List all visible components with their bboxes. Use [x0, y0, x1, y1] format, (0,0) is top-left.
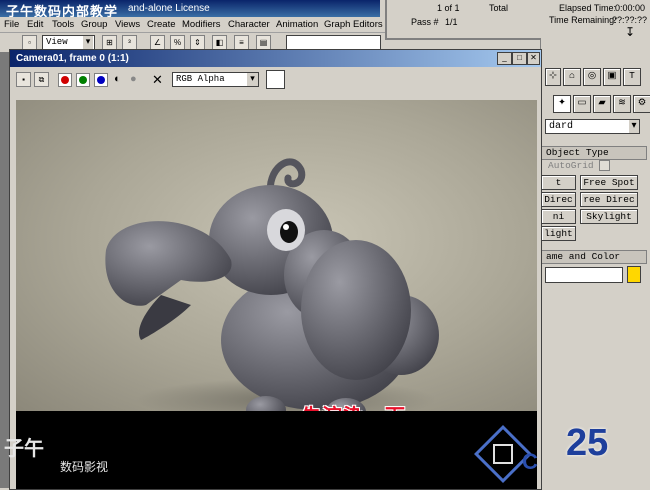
menu-create[interactable]: Create [147, 19, 176, 30]
blue-channel-toggle[interactable] [94, 73, 108, 87]
systems-category-icon[interactable]: ⚙ [633, 95, 650, 113]
color-swatch[interactable] [266, 70, 285, 89]
maximize-icon[interactable]: □ [512, 52, 527, 65]
menu-modifiers[interactable]: Modifiers [182, 19, 221, 30]
render-window-title-bar: Camera01, frame 0 (1:1) _ □ ✕ [10, 50, 541, 67]
blue-channel-icon [97, 76, 105, 84]
elapsed-label: Elapsed Time: [559, 3, 617, 13]
name-color-header: ame and Color [546, 251, 621, 262]
chevron-down-icon: ▾ [83, 36, 93, 49]
free-direct-button[interactable]: ree Direc [580, 192, 638, 207]
snap-icon[interactable]: ⊞ [102, 35, 117, 50]
elapsed-value: 0:00:00 [615, 3, 646, 13]
menu-file[interactable]: File [4, 19, 19, 30]
subtitle-text: 先渲染一下 [301, 400, 406, 411]
close-icon[interactable]: ✕ [527, 52, 540, 65]
cameras-category-icon[interactable]: ▭ [573, 95, 591, 113]
watermark-page-number: 25 [566, 422, 609, 464]
remaining-label: Time Remaining: [549, 15, 617, 25]
channel-dropdown[interactable]: RGB Alpha ▾ [172, 72, 259, 87]
snap3-icon[interactable]: ³ [122, 35, 137, 50]
viewport-edge [0, 52, 9, 488]
view-dropdown[interactable]: View ▾ [42, 35, 95, 50]
object-type-header: Object Type [546, 147, 609, 158]
object-type-rollout[interactable]: Object Type [541, 146, 647, 160]
frame-count: 1 of 1 [437, 3, 460, 13]
remaining-value: ??:??:?? [612, 15, 648, 25]
view-dropdown-value: View [46, 37, 68, 47]
free-spot-button[interactable]: Free Spot [580, 175, 638, 190]
display-tab-icon[interactable]: ▣ [603, 68, 621, 86]
rendered-image: 先渲染一下 [16, 100, 537, 411]
align-icon[interactable]: ≡ [234, 35, 249, 50]
target-spot-button[interactable]: t Spot [541, 175, 576, 201]
select-icon[interactable]: ▫ [22, 35, 37, 50]
channel-dropdown-value: RGB Alpha [176, 74, 225, 84]
rendered-character [105, 158, 439, 411]
autogrid-label: AutoGrid [548, 160, 594, 171]
category-dropdown-value: dard [549, 121, 574, 132]
create-tab-icon[interactable]: ⊹ [545, 68, 561, 86]
app-title-bar: 子午数码内部教学 and-alone License [0, 0, 380, 19]
alpha-channel-icon[interactable]: ◐ [114, 73, 121, 85]
menu-tools[interactable]: Tools [52, 19, 74, 30]
command-panel: ⊹ ⌂ ◎ ▣ T ✦ ▭ ▰ ≋ ⚙ dard ▾ Object Type A… [540, 38, 650, 488]
object-color-swatch[interactable] [627, 266, 641, 283]
omni-button[interactable]: ni [541, 209, 576, 224]
percent-snap-icon[interactable]: % [170, 35, 185, 50]
monochrome-icon[interactable]: ● [130, 73, 137, 85]
lights-category-icon[interactable]: ✦ [553, 95, 571, 113]
arrow-down-icon: ↧ [625, 25, 636, 39]
clone-icon[interactable]: ⧉ [34, 72, 49, 87]
pass-label: Pass # [411, 17, 439, 27]
name-color-rollout[interactable]: ame and Color [541, 250, 647, 264]
pass-value: 1/1 [445, 17, 458, 27]
hierarchy-tab-icon[interactable]: ⌂ [563, 68, 581, 86]
menu-graph-editors[interactable]: Graph Editors [324, 19, 383, 30]
category-dropdown[interactable]: dard ▾ [545, 119, 640, 134]
render-window-toolbar: ▪ ⧉ ◐ ● ✕ RGB Alpha ▾ [10, 68, 541, 90]
spacewarps-category-icon[interactable]: ≋ [613, 95, 631, 113]
skylight-button[interactable]: Skylight [580, 209, 638, 224]
svg-text:C: C [522, 449, 538, 474]
helpers-category-icon[interactable]: ▰ [593, 95, 611, 113]
menu-animation[interactable]: Animation [276, 19, 318, 30]
render-progress-dialog: 1 of 1 Total Elapsed Time: 0:00:00 Pass … [385, 0, 650, 40]
utilities-tab-icon[interactable]: T [623, 68, 641, 86]
menu-character[interactable]: Character [228, 19, 270, 30]
rendered-frame-window: Camera01, frame 0 (1:1) _ □ ✕ ▪ ⧉ ◐ ● ✕ … [9, 49, 542, 490]
menu-edit[interactable]: Edit [27, 19, 43, 30]
menu-group[interactable]: Group [81, 19, 107, 30]
clear-icon[interactable]: ✕ [152, 72, 163, 88]
chevron-down-icon: ▾ [629, 120, 639, 133]
layer-icon[interactable]: ▤ [256, 35, 271, 50]
spinner-snap-icon[interactable]: ⇕ [190, 35, 205, 50]
green-channel-icon [79, 76, 87, 84]
save-icon[interactable]: ▪ [16, 72, 31, 87]
render-canvas: 先渲染一下 [16, 100, 537, 489]
red-channel-toggle[interactable] [58, 73, 72, 87]
target-direct-button[interactable]: Direc [541, 192, 576, 207]
object-name-input[interactable] [545, 267, 623, 283]
menu-bar: File Edit Tools Group Views Create Modif… [0, 17, 385, 33]
menu-views[interactable]: Views [115, 19, 140, 30]
mr-light-button[interactable]: light [541, 226, 576, 241]
watermark-logo-subtext: 数码影视 [60, 460, 109, 474]
chevron-down-icon: ▾ [247, 73, 258, 86]
mirror-icon[interactable]: ◧ [212, 35, 227, 50]
watermark-corner-logo-icon: C [474, 425, 538, 483]
render-window-title: Camera01, frame 0 (1:1) [16, 53, 129, 64]
watermark-logo-text: 子午 [4, 438, 44, 460]
motion-tab-icon[interactable]: ◎ [583, 68, 601, 86]
total-label: Total [489, 3, 509, 13]
minimize-icon[interactable]: _ [497, 52, 512, 65]
autogrid-checkbox[interactable] [599, 160, 610, 171]
license-text: and-alone License [128, 3, 210, 14]
angle-snap-icon[interactable]: ∠ [150, 35, 165, 50]
green-channel-toggle[interactable] [76, 73, 90, 87]
red-channel-icon [61, 76, 69, 84]
named-selection-dropdown[interactable] [286, 35, 381, 50]
